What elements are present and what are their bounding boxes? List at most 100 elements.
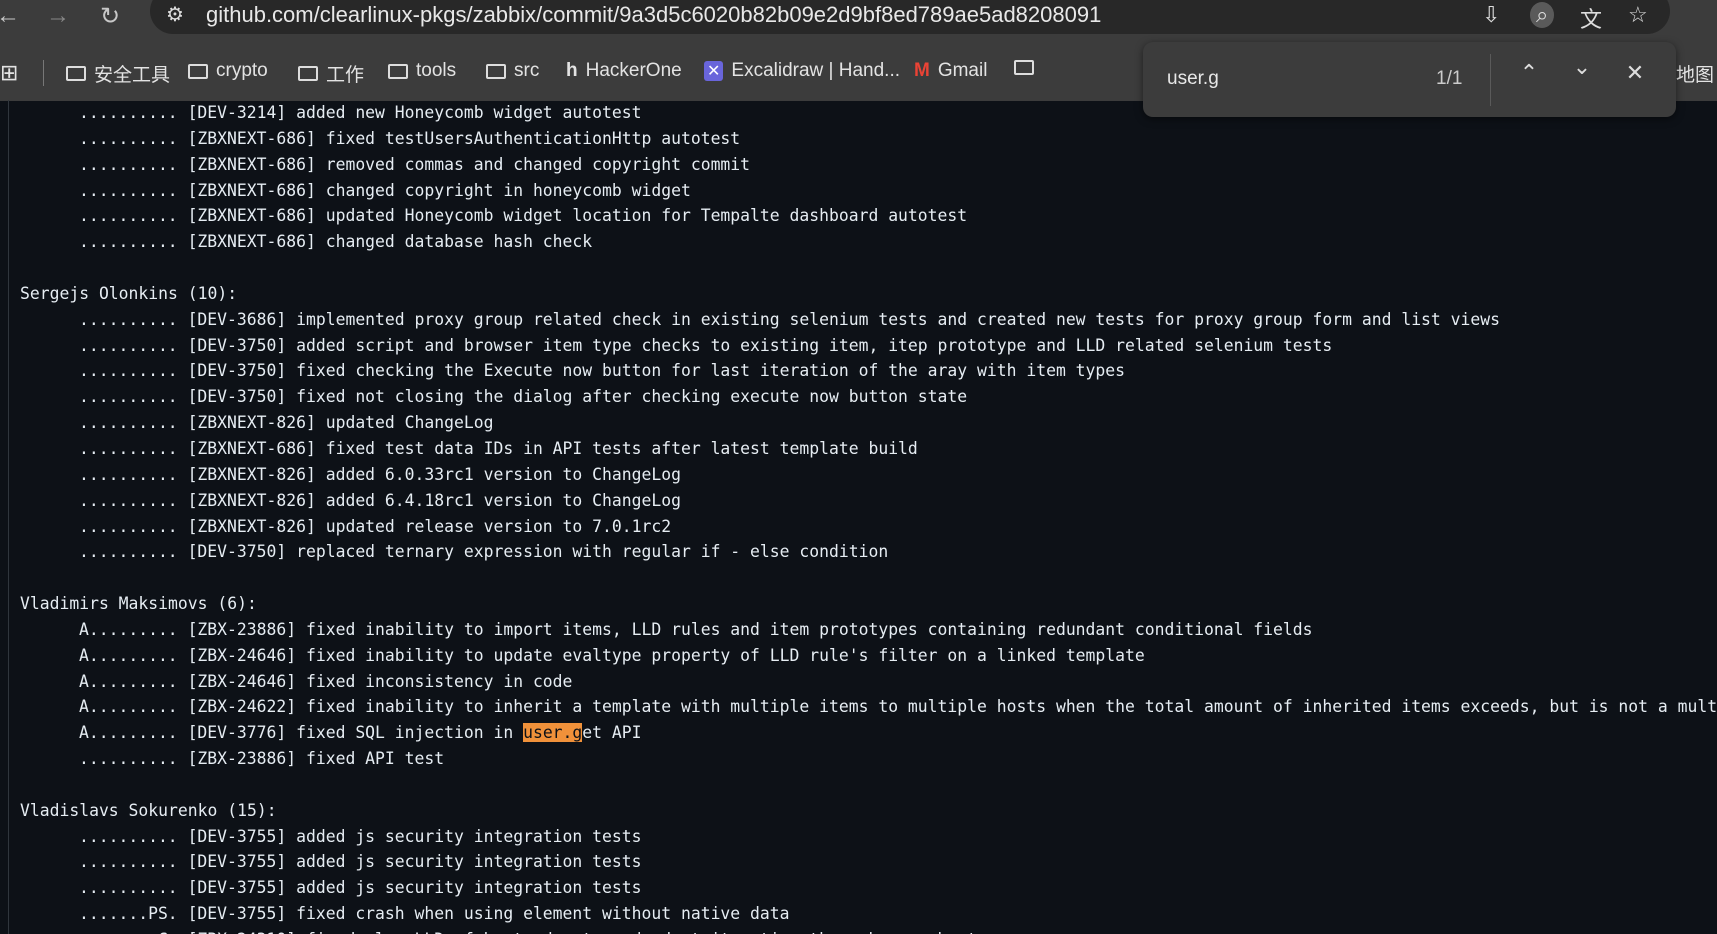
- log-entry: .......... [ZBXNEXT-686] changed databas…: [20, 229, 1717, 255]
- bookmark-item[interactable]: src: [486, 60, 539, 82]
- entry-text: [DEV-3750] replaced ternary expression w…: [187, 542, 889, 562]
- bookmark-item[interactable]: h HackerOne: [566, 60, 682, 82]
- bookmark-item[interactable]: crypto: [188, 60, 268, 82]
- entry-text: [ZBX-24310] fixed slow LLD of hosts due …: [188, 930, 987, 934]
- entry-flags: ..........: [79, 516, 178, 536]
- apps-icon[interactable]: ⊞: [0, 60, 18, 86]
- find-bar: 1/1 ⌃ ⌄ ✕: [1143, 42, 1676, 117]
- entry-text: [DEV-3750] added script and browser item…: [187, 335, 1333, 355]
- entry-flags: ..........: [79, 387, 178, 407]
- log-entry: .......... [DEV-3750] fixed not closing …: [20, 384, 1717, 410]
- entry-flags: ..........: [79, 749, 178, 769]
- log-entry: .......... [DEV-3755] added js security …: [20, 824, 1717, 850]
- folder-icon: [66, 66, 86, 81]
- entry-flags: ..........: [79, 180, 178, 200]
- bookmark-label: 工作: [326, 65, 365, 86]
- divider: [1490, 54, 1491, 106]
- log-entry: A......... [ZBX-24622] fixed inability t…: [20, 694, 1717, 720]
- address-bar[interactable]: ⚙ github.com/clearlinux-pkgs/zabbix/comm…: [150, 0, 1670, 34]
- close-icon[interactable]: ✕: [1617, 60, 1653, 86]
- chevron-down-icon[interactable]: ⌄: [1564, 54, 1600, 80]
- log-entry: A......... [ZBX-24646] fixed inability t…: [20, 643, 1717, 669]
- bookmark-label: 安全工具: [94, 65, 171, 86]
- folder-icon: [188, 63, 208, 79]
- changelog-text: .......... [DEV-3214] added new Honeycom…: [20, 100, 1717, 934]
- bookmark-item[interactable]: 工作: [298, 60, 364, 87]
- log-entry: .......... [ZBXNEXT-686] fixed testUsers…: [20, 126, 1717, 152]
- folder-icon: [1014, 60, 1034, 75]
- log-entry: .......... [ZBX-23886] fixed API test: [20, 746, 1717, 772]
- site-settings-icon[interactable]: ⚙: [166, 2, 184, 27]
- author-heading: Vladimirs Maksimovs (6):: [20, 594, 257, 614]
- entry-flags: ..........: [79, 464, 178, 484]
- entry-text: [ZBXNEXT-686] removed commas and changed…: [187, 154, 751, 174]
- log-entry: .......... [ZBXNEXT-686] changed copyrig…: [20, 178, 1717, 204]
- bookmark-item[interactable]: [1014, 60, 1042, 75]
- log-entry: .......... [ZBXNEXT-826] added 6.4.18rc1…: [20, 488, 1717, 514]
- entry-text: [ZBX-24646] fixed inability to update ev…: [187, 645, 1145, 665]
- author-heading: Vladislavs Sokurenko (15):: [20, 800, 277, 820]
- entry-text: [DEV-3755] fixed crash when using elemen…: [187, 904, 790, 924]
- entry-text: [ZBXNEXT-686] fixed test data IDs in API…: [187, 438, 918, 458]
- entry-flags: ..........: [79, 206, 178, 226]
- log-entry: .......... [DEV-3750] replaced ternary e…: [20, 539, 1717, 565]
- entry-text: [ZBXNEXT-686] updated Honeycomb widget l…: [187, 206, 968, 226]
- bookmark-label: tools: [416, 60, 457, 81]
- entry-text: [DEV-3776] fixed SQL injection in user.g…: [187, 723, 642, 743]
- folder-icon: [486, 63, 506, 79]
- entry-flags: ..........: [79, 309, 178, 329]
- entry-text: [ZBX-23886] fixed inability to import it…: [187, 619, 1313, 639]
- entry-flags: A.........: [79, 723, 178, 743]
- log-entry: .......... [ZBXNEXT-826] updated release…: [20, 514, 1717, 540]
- url-text[interactable]: github.com/clearlinux-pkgs/zabbix/commit…: [206, 2, 1101, 28]
- entry-text: [ZBXNEXT-826] updated ChangeLog: [187, 413, 494, 433]
- address-row: ← → ↻ ⚙ github.com/clearlinux-pkgs/zabbi…: [0, 0, 1717, 38]
- entry-text: [ZBX-24622] fixed inability to inherit a…: [187, 697, 1717, 717]
- log-entry: .......... [DEV-3750] fixed checking the…: [20, 358, 1717, 384]
- entry-text: [ZBXNEXT-686] changed database hash chec…: [187, 232, 593, 252]
- log-entry: A......... [ZBX-24646] fixed inconsisten…: [20, 669, 1717, 695]
- find-input[interactable]: [1167, 68, 1387, 90]
- install-app-icon[interactable]: ⇩: [1482, 2, 1500, 28]
- bookmark-item[interactable]: 安全工具: [66, 60, 170, 87]
- chevron-up-icon[interactable]: ⌃: [1511, 60, 1547, 86]
- entry-flags: .......PS.: [79, 904, 178, 924]
- log-entry: .......... [ZBXNEXT-826] updated ChangeL…: [20, 410, 1717, 436]
- log-entry: .......... [ZBXNEXT-686] removed commas …: [20, 152, 1717, 178]
- back-icon[interactable]: ←: [0, 2, 20, 30]
- entry-text: [ZBXNEXT-826] added 6.0.33rc1 version to…: [187, 464, 681, 484]
- entry-text: [DEV-3755] added js security integration…: [187, 852, 642, 872]
- bookmark-label: src: [514, 60, 540, 81]
- bookmark-star-icon[interactable]: ☆: [1628, 2, 1648, 28]
- log-entry: .......PS. [DEV-3755] fixed crash when u…: [20, 901, 1717, 927]
- entry-flags: ..........: [79, 826, 178, 846]
- entry-text: [DEV-3755] added js security integration…: [187, 826, 642, 846]
- bookmark-label: crypto: [216, 60, 268, 81]
- bookmark-item[interactable]: M Gmail: [914, 60, 987, 82]
- entry-text: [ZBX-23886] fixed API test: [187, 749, 445, 769]
- bookmark-item[interactable]: tools: [388, 60, 456, 82]
- log-entry: .......... [ZBXNEXT-686] updated Honeyco…: [20, 203, 1717, 229]
- find-match-count: 1/1: [1436, 68, 1463, 89]
- entry-flags: A.........: [79, 619, 178, 639]
- log-entry: A......... [DEV-3776] fixed SQL injectio…: [20, 720, 1717, 746]
- forward-icon[interactable]: →: [46, 2, 70, 30]
- log-entry: .......... [ZBXNEXT-826] added 6.0.33rc1…: [20, 462, 1717, 488]
- bookmark-overflow[interactable]: 地图: [1676, 60, 1714, 87]
- translate-icon[interactable]: 文: [1580, 2, 1602, 34]
- reload-icon[interactable]: ↻: [100, 2, 120, 31]
- entry-flags: ........C.: [79, 930, 178, 934]
- log-entry: ........C. [ZBX-24310] fixed slow LLD of…: [20, 927, 1717, 934]
- entry-text: [DEV-3750] fixed checking the Execute no…: [187, 361, 1126, 381]
- author-heading: Sergejs Olonkins (10):: [20, 283, 238, 303]
- bookmark-item[interactable]: ✕ Excalidraw | Hand...: [704, 60, 900, 82]
- bookmark-label: HackerOne: [585, 60, 682, 81]
- log-entry: .......... [DEV-3686] implemented proxy …: [20, 307, 1717, 333]
- folder-icon: [298, 66, 318, 81]
- commit-message: .......... [DEV-3214] added new Honeycom…: [0, 100, 1717, 934]
- log-entry: .......... [DEV-3750] added script and b…: [20, 333, 1717, 359]
- entry-flags: ..........: [79, 490, 178, 510]
- entry-text: [DEV-3686] implemented proxy group relat…: [187, 309, 1501, 329]
